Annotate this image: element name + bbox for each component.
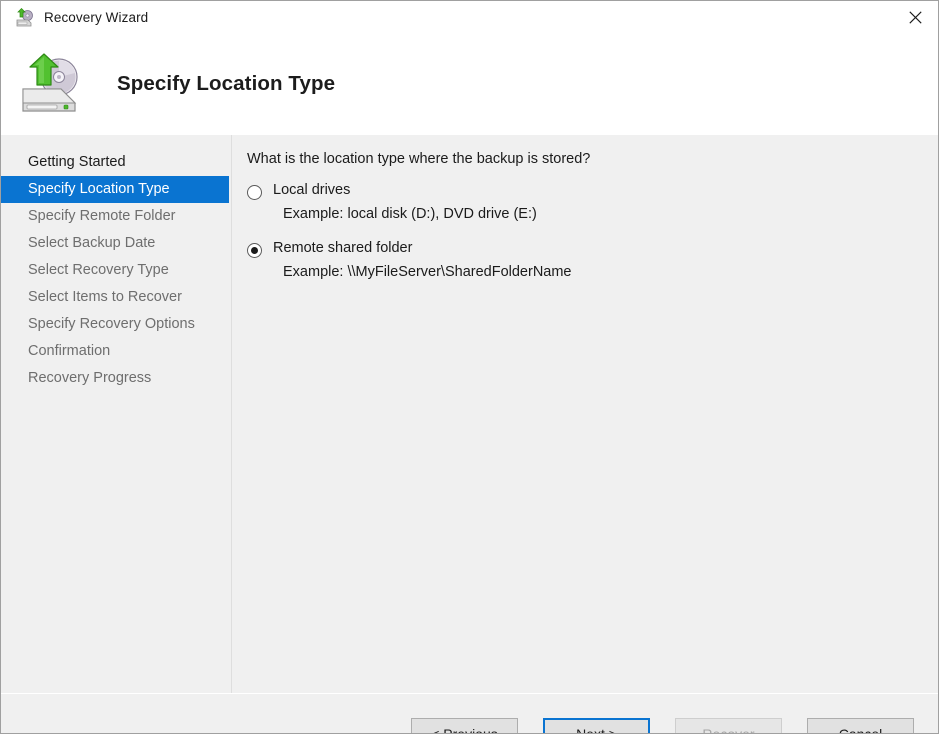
previous-button[interactable]: < Previous: [411, 718, 518, 734]
sidebar-item-recovery-progress[interactable]: Recovery Progress: [1, 365, 231, 392]
next-button[interactable]: Next >: [543, 718, 650, 734]
option-remote-shared-folder[interactable]: Remote shared folder: [247, 240, 938, 258]
wizard-body: Getting Started Specify Location Type Sp…: [1, 134, 938, 693]
sidebar-item-confirmation[interactable]: Confirmation: [1, 338, 231, 365]
location-type-question: What is the location type where the back…: [247, 151, 938, 167]
sidebar-item-specify-remote-folder[interactable]: Specify Remote Folder: [1, 203, 231, 230]
title-bar: Recovery Wizard: [1, 1, 938, 34]
close-icon[interactable]: [892, 1, 938, 34]
wizard-steps-sidebar: Getting Started Specify Location Type Sp…: [1, 135, 232, 693]
local-drives-example: Example: local disk (D:), DVD drive (E:): [283, 206, 938, 222]
backup-drive-disc-icon: [17, 53, 91, 115]
window-title: Recovery Wizard: [44, 10, 148, 25]
radio-remote-shared-folder-label[interactable]: Remote shared folder: [273, 240, 412, 256]
radio-local-drives[interactable]: [247, 185, 262, 200]
recover-button: Recover: [675, 718, 782, 734]
recovery-wizard-window: Recovery Wizard Speci: [0, 0, 939, 734]
sidebar-item-select-items-to-recover[interactable]: Select Items to Recover: [1, 284, 231, 311]
radio-remote-shared-folder[interactable]: [247, 243, 262, 258]
sidebar-item-select-backup-date[interactable]: Select Backup Date: [1, 230, 231, 257]
option-local-drives[interactable]: Local drives: [247, 182, 938, 200]
wizard-content: What is the location type where the back…: [232, 135, 938, 693]
sidebar-item-getting-started[interactable]: Getting Started: [1, 149, 231, 176]
sidebar-item-specify-location-type[interactable]: Specify Location Type: [1, 176, 229, 203]
cancel-button[interactable]: Cancel: [807, 718, 914, 734]
sidebar-item-specify-recovery-options[interactable]: Specify Recovery Options: [1, 311, 231, 338]
wizard-footer: < Previous Next > Recover Cancel wsxdn.c…: [1, 693, 938, 734]
remote-shared-folder-example: Example: \\MyFileServer\SharedFolderName: [283, 264, 938, 280]
page-title: Specify Location Type: [117, 72, 335, 96]
recovery-drive-icon: [15, 8, 35, 28]
radio-local-drives-label[interactable]: Local drives: [273, 182, 350, 198]
sidebar-item-select-recovery-type[interactable]: Select Recovery Type: [1, 257, 231, 284]
wizard-header: Specify Location Type: [1, 34, 938, 134]
